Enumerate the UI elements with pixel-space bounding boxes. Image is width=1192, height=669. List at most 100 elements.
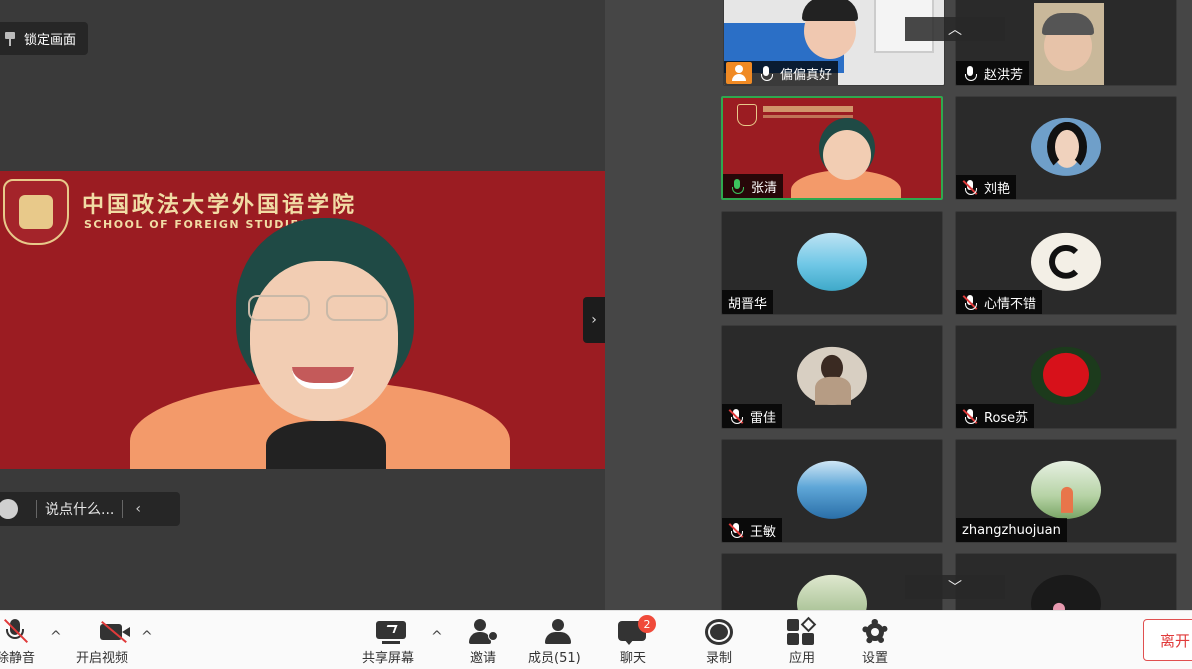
video-options-caret[interactable]: ^ — [141, 629, 153, 645]
chat-label: 聊天 — [619, 651, 646, 666]
collapse-gallery-button[interactable]: › — [583, 297, 605, 343]
main-speaker-area: 锁定画面 中国政法大学外国语学院 SCHOOL OF FOREIGN STUDI… — [0, 0, 605, 610]
participant-face — [823, 130, 871, 180]
members-button[interactable]: 成员(51) — [528, 619, 581, 667]
apps-label: 应用 — [788, 651, 815, 666]
mic-muted-icon — [728, 408, 744, 424]
unmute-label: 除静音 — [0, 651, 36, 666]
school-name-en: SCHOOL OF FOREIGN STUDIES — [84, 218, 309, 231]
share-options-caret[interactable]: ^ — [431, 629, 443, 645]
meeting-window: 锁定画面 中国政法大学外国语学院 SCHOOL OF FOREIGN STUDI… — [0, 0, 1192, 669]
participant-nameplate: 王敏 — [722, 518, 783, 542]
participant-name: 胡晋华 — [728, 296, 768, 312]
participant-name: 王敏 — [750, 524, 777, 540]
participant-nameplate: zhangzhuojuan — [956, 518, 1067, 542]
record-button[interactable]: 录制 — [702, 619, 736, 667]
school-name-cn: 中国政法大学外国语学院 — [82, 192, 358, 218]
speaker-glasses — [248, 295, 392, 323]
emoji-icon[interactable] — [0, 499, 18, 519]
mic-muted-icon — [0, 618, 33, 645]
apps-button[interactable]: 应用 — [785, 616, 819, 667]
participant-nameplate: 张清 — [723, 174, 784, 198]
participant-name: zhangzhuojuan — [962, 522, 1061, 538]
participant-avatar — [797, 346, 867, 405]
participant-tile[interactable]: 刘艳 — [955, 96, 1177, 200]
share-screen-icon — [374, 619, 408, 645]
participant-tile[interactable]: 张清 — [721, 96, 943, 200]
quick-chat-input[interactable]: 说点什么... ‹ — [0, 492, 180, 526]
participant-name: 雷佳 — [750, 410, 777, 426]
participant-nameplate: 刘艳 — [956, 175, 1017, 199]
apps-icon — [785, 616, 819, 645]
chat-placeholder: 说点什么... — [45, 502, 115, 518]
mic-muted-icon — [962, 294, 978, 310]
participant-name: 赵洪芳 — [984, 67, 1024, 83]
share-screen-button[interactable]: 共享屏幕 — [362, 619, 414, 667]
participant-avatar — [1031, 574, 1101, 610]
audio-options-caret[interactable]: ^ — [50, 629, 62, 645]
participant-tile[interactable]: 赵洪芳 — [955, 0, 1177, 86]
invite-button[interactable]: 邀请 — [466, 619, 500, 667]
chat-collapse-icon[interactable]: ‹ — [131, 501, 141, 517]
participant-name: 张清 — [751, 180, 778, 196]
leave-meeting-button[interactable]: 离开 — [1143, 619, 1192, 661]
add-user-icon — [466, 619, 500, 645]
participant-name: 偏偏真好 — [780, 67, 833, 83]
start-video-label: 开启视频 — [75, 651, 128, 666]
participant-tile[interactable]: 胡晋华 — [721, 211, 943, 315]
participant-nameplate: 偏偏真好 — [724, 61, 839, 85]
mic-on-icon — [729, 178, 745, 194]
participant-avatar — [797, 574, 867, 610]
share-screen-label: 共享屏幕 — [362, 651, 415, 666]
record-label: 录制 — [705, 651, 732, 666]
participant-name: 心情不错 — [984, 296, 1037, 312]
pin-icon — [4, 31, 16, 46]
speaker-face — [250, 261, 398, 421]
participant-tile[interactable]: zhangzhuojuan — [955, 439, 1177, 543]
gear-icon — [858, 619, 892, 645]
participant-avatar — [797, 232, 867, 291]
participant-tile[interactable]: 雷佳 — [721, 325, 943, 429]
mic-muted-icon — [728, 522, 744, 538]
participant-avatar — [1031, 460, 1101, 519]
video-off-icon — [98, 619, 132, 645]
meeting-toolbar: 除静音 ^ 开启视频 ^ 共享屏幕 ^ 邀请 成员(51) 2 聊天 录制 应用… — [0, 610, 1192, 669]
participant-avatar — [1031, 232, 1101, 291]
unmute-button[interactable]: 除静音 — [0, 618, 36, 667]
settings-button[interactable]: 设置 — [858, 619, 892, 667]
speaker-collar — [266, 421, 386, 469]
participant-name: 刘艳 — [984, 181, 1011, 197]
main-speaker-video: 中国政法大学外国语学院 SCHOOL OF FOREIGN STUDIES — [0, 171, 605, 469]
participant-nameplate: 雷佳 — [722, 404, 783, 428]
mic-muted-icon — [962, 408, 978, 424]
school-logo-small — [737, 104, 757, 126]
members-label: 成员(51) — [528, 651, 581, 666]
participant-gallery: 偏偏真好 赵洪芳 ︿ 张清 刘艳 胡晋华 心情不错 雷佳 Rose苏 王敏 zh… — [605, 0, 1192, 610]
participant-tile[interactable]: 心情不错 — [955, 211, 1177, 315]
mic-icon — [758, 65, 774, 81]
school-logo — [3, 179, 69, 245]
start-video-button[interactable]: 开启视频 — [72, 619, 132, 667]
scroll-down-button[interactable]: ﹀ — [905, 575, 1005, 599]
participant-tile[interactable]: 王敏 — [721, 439, 943, 543]
chat-icon: 2 — [616, 615, 656, 645]
host-icon — [726, 62, 752, 84]
participant-avatar — [1031, 346, 1101, 405]
lock-view-button[interactable]: 锁定画面 — [0, 22, 89, 55]
settings-label: 设置 — [861, 651, 888, 666]
chat-unread-badge: 2 — [638, 615, 656, 633]
participant-avatar — [797, 460, 867, 519]
participant-name: Rose苏 — [984, 410, 1029, 426]
participant-nameplate: Rose苏 — [956, 404, 1035, 428]
participant-tile[interactable]: 偏偏真好 — [723, 0, 945, 86]
scroll-up-button[interactable]: ︿ — [905, 17, 1005, 41]
participant-avatar — [1031, 117, 1101, 176]
invite-label: 邀请 — [469, 651, 496, 666]
participant-nameplate: 心情不错 — [956, 290, 1043, 314]
participant-tile[interactable]: Rose苏 — [955, 325, 1177, 429]
chat-button[interactable]: 2 聊天 — [616, 615, 656, 667]
participant-nameplate: 赵洪芳 — [956, 61, 1030, 85]
mic-icon — [962, 65, 978, 81]
mic-muted-icon — [962, 179, 978, 195]
record-icon — [702, 619, 736, 645]
